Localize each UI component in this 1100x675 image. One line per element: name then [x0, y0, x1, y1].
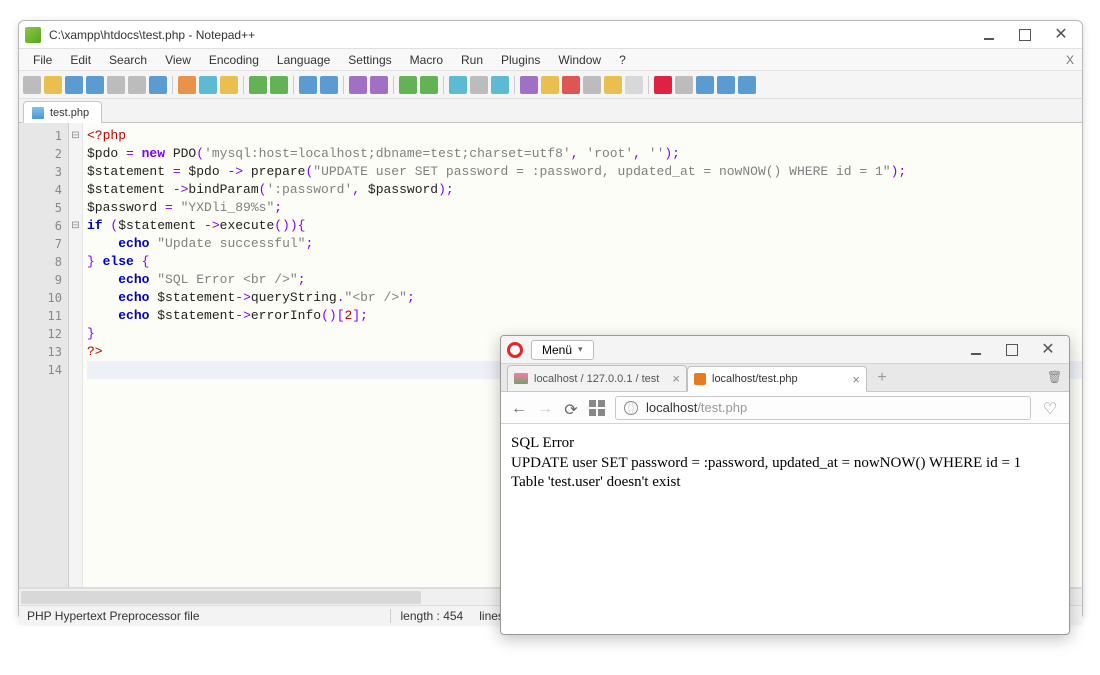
menu-language[interactable]: Language: [269, 51, 338, 69]
close-button[interactable]: ✕: [1041, 343, 1055, 357]
all-chars-icon[interactable]: [470, 76, 488, 94]
print-icon[interactable]: [149, 76, 167, 94]
menu-plugins[interactable]: Plugins: [493, 51, 548, 69]
forward-button[interactable]: →: [537, 400, 553, 416]
folder-workspace-icon[interactable]: [604, 76, 622, 94]
copy-icon[interactable]: [199, 76, 217, 94]
menu-file[interactable]: File: [25, 51, 60, 69]
find-icon[interactable]: [299, 76, 317, 94]
bookmark-heart-icon[interactable]: ♡: [1041, 399, 1059, 417]
maximize-button[interactable]: [1005, 343, 1019, 357]
menu-view[interactable]: View: [157, 51, 199, 69]
menu-macro[interactable]: Macro: [402, 51, 451, 69]
speed-dial-icon[interactable]: [589, 400, 605, 416]
save-icon[interactable]: [65, 76, 83, 94]
line-number-gutter: 1234567891011121314: [19, 123, 69, 587]
closed-tabs-icon[interactable]: 🗑: [1047, 370, 1063, 386]
address-bar-row: ← → ⟳ localhost/test.php ♡: [501, 392, 1069, 424]
output-line: UPDATE user SET password = :password, up…: [511, 454, 1059, 474]
new-file-icon[interactable]: [23, 76, 41, 94]
window-title: C:\xampp\htdocs\test.php - Notepad++: [49, 28, 982, 42]
macro-play-multi-icon[interactable]: [717, 76, 735, 94]
tab-close-icon[interactable]: ×: [852, 372, 860, 387]
doc-list-icon[interactable]: [562, 76, 580, 94]
zoom-in-icon[interactable]: [349, 76, 367, 94]
save-all-icon[interactable]: [86, 76, 104, 94]
open-file-icon[interactable]: [44, 76, 62, 94]
menubar-close-icon[interactable]: X: [1066, 53, 1074, 67]
fold-column[interactable]: ⊟⊟: [69, 123, 83, 587]
cut-icon[interactable]: [178, 76, 196, 94]
paste-icon[interactable]: [220, 76, 238, 94]
udl-icon[interactable]: [520, 76, 538, 94]
toolbar: [19, 71, 1082, 99]
menu-run[interactable]: Run: [453, 51, 491, 69]
monitor-icon[interactable]: [625, 76, 643, 94]
output-line: Table 'test.user' doesn't exist: [511, 473, 1059, 493]
menu-settings[interactable]: Settings: [340, 51, 399, 69]
close-file-icon[interactable]: [107, 76, 125, 94]
close-button[interactable]: ✕: [1054, 28, 1068, 42]
browser-tab-test-php[interactable]: localhost/test.php ×: [687, 366, 867, 392]
minimize-button[interactable]: [982, 28, 996, 42]
tab-label: localhost/test.php: [712, 373, 798, 385]
browser-tab-bar: localhost / 127.0.0.1 / test × localhost…: [501, 364, 1069, 392]
phpmyadmin-favicon: [514, 373, 528, 384]
status-length: length : 454: [401, 609, 464, 623]
output-line: SQL Error: [511, 434, 1059, 454]
macro-save-icon[interactable]: [738, 76, 756, 94]
replace-icon[interactable]: [320, 76, 338, 94]
document-tabs: test.php: [19, 99, 1082, 123]
tab-label: test.php: [50, 107, 89, 119]
macro-stop-icon[interactable]: [675, 76, 693, 94]
back-button[interactable]: ←: [511, 400, 527, 416]
opera-icon: [507, 342, 523, 358]
indent-guide-icon[interactable]: [491, 76, 509, 94]
macro-play-icon[interactable]: [696, 76, 714, 94]
word-wrap-icon[interactable]: [449, 76, 467, 94]
close-all-icon[interactable]: [128, 76, 146, 94]
title-bar[interactable]: C:\xampp\htdocs\test.php - Notepad++ ✕: [19, 21, 1082, 49]
tab-test-php[interactable]: test.php: [23, 101, 102, 123]
tab-label: localhost / 127.0.0.1 / test: [534, 373, 659, 385]
status-language: PHP Hypertext Preprocessor file: [27, 609, 200, 623]
macro-record-icon[interactable]: [654, 76, 672, 94]
maximize-button[interactable]: [1018, 28, 1032, 42]
menu-search[interactable]: Search: [101, 51, 155, 69]
doc-map-icon[interactable]: [541, 76, 559, 94]
menu-window[interactable]: Window: [550, 51, 609, 69]
browser-tab-phpmyadmin[interactable]: localhost / 127.0.0.1 / test ×: [507, 365, 687, 391]
new-tab-button[interactable]: +: [873, 369, 891, 387]
globe-icon: [624, 401, 638, 415]
sync-h-icon[interactable]: [420, 76, 438, 94]
chevron-down-icon: ▾: [578, 344, 583, 355]
undo-icon[interactable]: [249, 76, 267, 94]
sync-v-icon[interactable]: [399, 76, 417, 94]
reload-button[interactable]: ⟳: [563, 400, 579, 416]
app-icon: [25, 27, 41, 43]
opera-menu-button[interactable]: Menü ▾: [531, 340, 594, 360]
browser-window: Menü ▾ ✕ localhost / 127.0.0.1 / test × …: [500, 335, 1070, 635]
browser-window-controls: ✕: [969, 343, 1063, 357]
url-text: localhost/test.php: [646, 400, 747, 415]
address-bar[interactable]: localhost/test.php: [615, 396, 1031, 420]
xampp-favicon: [694, 373, 706, 385]
window-controls: ✕: [982, 28, 1076, 42]
menu-bar: File Edit Search View Encoding Language …: [19, 49, 1082, 71]
menu-encoding[interactable]: Encoding: [201, 51, 267, 69]
menu-help[interactable]: ?: [611, 51, 634, 69]
file-icon: [32, 107, 44, 119]
zoom-out-icon[interactable]: [370, 76, 388, 94]
minimize-button[interactable]: [969, 343, 983, 357]
redo-icon[interactable]: [270, 76, 288, 94]
browser-title-bar[interactable]: Menü ▾ ✕: [501, 336, 1069, 364]
menu-label: Menü: [542, 343, 572, 357]
tab-close-icon[interactable]: ×: [672, 371, 680, 386]
func-list-icon[interactable]: [583, 76, 601, 94]
page-content: SQL Error UPDATE user SET password = :pa…: [501, 424, 1069, 503]
menu-edit[interactable]: Edit: [62, 51, 99, 69]
